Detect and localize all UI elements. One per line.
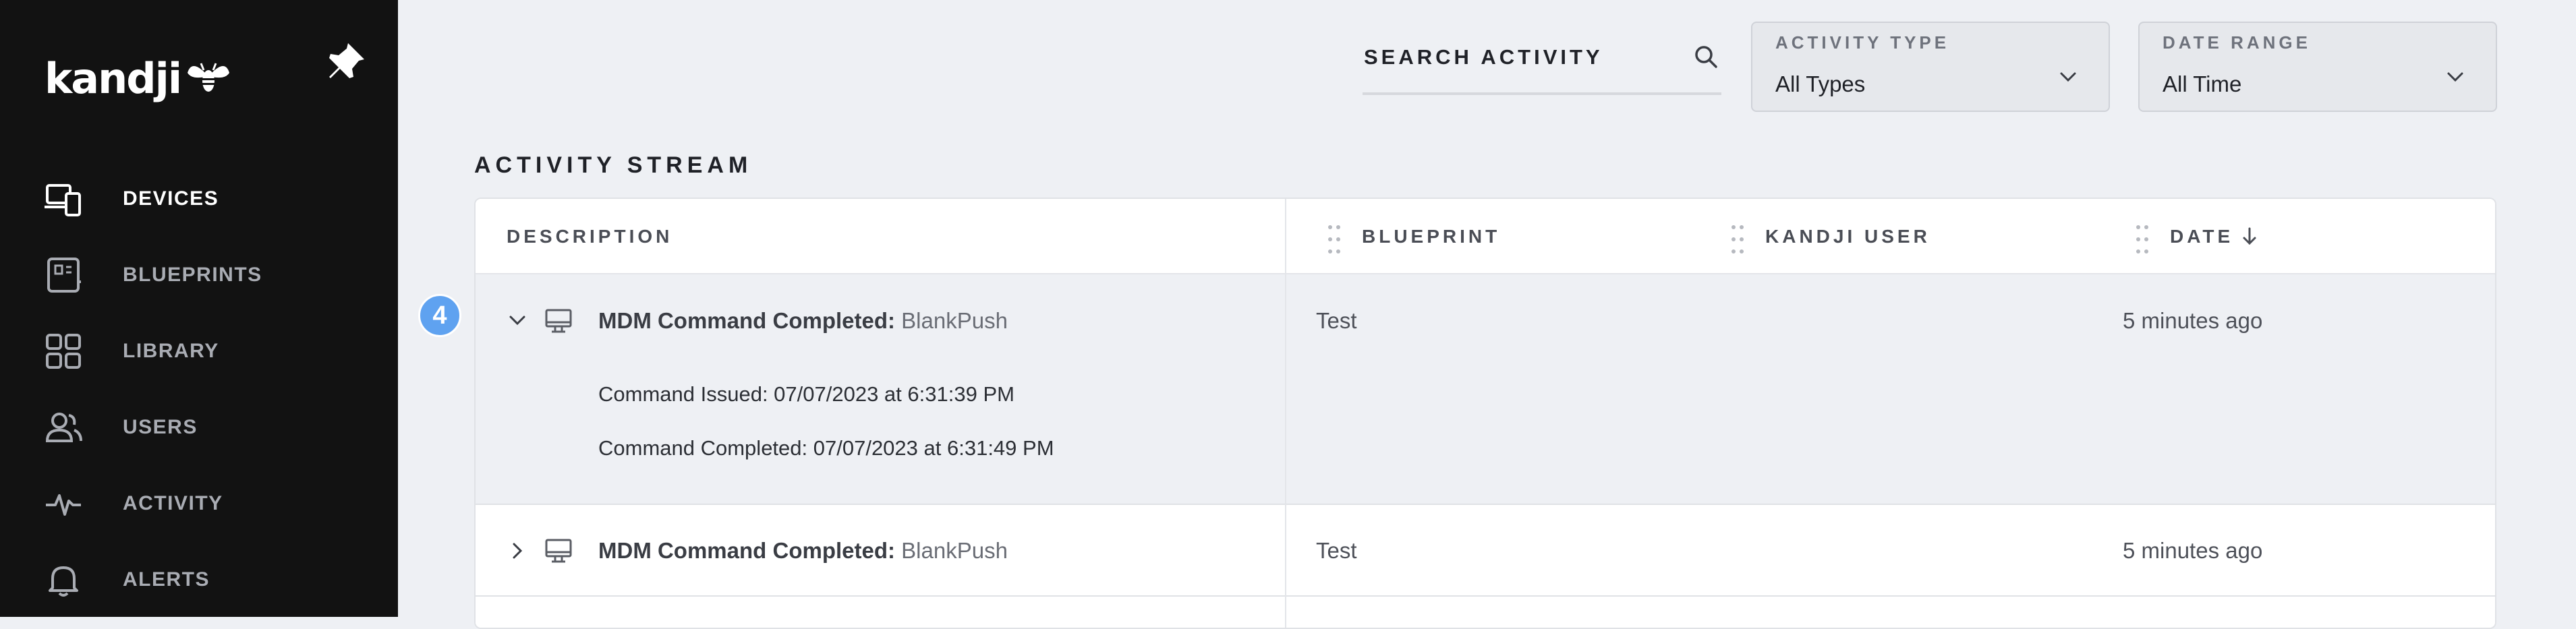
drag-handle-icon[interactable] bbox=[1327, 222, 1342, 257]
bee-icon bbox=[188, 63, 230, 92]
drag-handle-icon[interactable] bbox=[1730, 222, 1745, 257]
chevron-down-icon bbox=[2447, 72, 2463, 82]
date-range-label: DATE RANGE bbox=[2163, 32, 2311, 53]
search-icon[interactable] bbox=[1692, 42, 1721, 72]
date-range-value: All Time bbox=[2163, 71, 2242, 96]
column-label: KANDJI USER bbox=[1765, 226, 1930, 247]
activity-table: DESCRIPTION BLUEPRINT KANDJI USER DATE M… bbox=[474, 198, 2496, 629]
pin-icon[interactable] bbox=[322, 38, 370, 85]
command-completed-detail: Command Completed: 07/07/2023 at 6:31:49… bbox=[598, 436, 1054, 460]
sidebar-item-label: ALERTS bbox=[123, 568, 210, 591]
sort-descending-icon bbox=[2243, 227, 2256, 245]
devices-icon bbox=[45, 184, 81, 216]
annotation-badge: 4 bbox=[418, 294, 461, 337]
sidebar-item-users[interactable]: USERS bbox=[0, 397, 398, 458]
table-row[interactable] bbox=[476, 597, 2495, 628]
command-name: BlankPush bbox=[901, 308, 1008, 333]
search-placeholder: SEARCH ACTIVITY bbox=[1364, 45, 1603, 69]
sidebar: kandji DEVICES BLUEPRINTS LIBRARY USERS … bbox=[0, 0, 398, 617]
blueprints-icon bbox=[47, 258, 81, 293]
chevron-down-icon bbox=[2060, 72, 2076, 82]
activity-icon bbox=[46, 494, 81, 516]
table-row[interactable]: MDM Command Completed: BlankPush Test 5 … bbox=[476, 505, 2495, 597]
activity-type-select[interactable]: ACTIVITY TYPE All Types bbox=[1751, 22, 2110, 112]
date-range-select[interactable]: DATE RANGE All Time bbox=[2138, 22, 2497, 112]
row-date: 5 minutes ago bbox=[2123, 308, 2263, 333]
sidebar-item-activity[interactable]: ACTIVITY bbox=[0, 473, 398, 534]
column-label: BLUEPRINT bbox=[1362, 226, 1501, 247]
activity-type-label: ACTIVITY TYPE bbox=[1775, 32, 1950, 53]
logo-text: kandji bbox=[45, 54, 182, 103]
chevron-down-icon[interactable] bbox=[505, 308, 529, 332]
event-label: MDM Command Completed: bbox=[598, 538, 895, 563]
kandji-logo[interactable]: kandji bbox=[45, 55, 232, 102]
sidebar-item-label: ACTIVITY bbox=[123, 492, 223, 514]
sidebar-item-devices[interactable]: DEVICES bbox=[0, 169, 398, 229]
row-description: MDM Command Completed: BlankPush bbox=[598, 538, 1008, 564]
table-header: DESCRIPTION BLUEPRINT KANDJI USER DATE bbox=[476, 199, 2495, 274]
command-issued-detail: Command Issued: 07/07/2023 at 6:31:39 PM bbox=[598, 382, 1014, 406]
desktop-icon bbox=[545, 539, 572, 563]
section-title: ACTIVITY STREAM bbox=[474, 152, 753, 178]
column-header-date[interactable]: DATE bbox=[2170, 226, 2258, 247]
row-blueprint[interactable]: Test bbox=[1316, 308, 1357, 334]
bell-icon bbox=[49, 566, 78, 597]
users-icon bbox=[45, 413, 82, 442]
sidebar-item-label: BLUEPRINTS bbox=[123, 264, 262, 286]
column-header-blueprint[interactable]: BLUEPRINT bbox=[1362, 226, 1500, 247]
column-header-kandji-user[interactable]: KANDJI USER bbox=[1765, 226, 1930, 247]
event-label: MDM Command Completed: bbox=[598, 308, 895, 333]
chevron-right-icon[interactable] bbox=[505, 539, 529, 563]
sidebar-item-library[interactable]: LIBRARY bbox=[0, 321, 398, 382]
row-blueprint[interactable]: Test bbox=[1316, 538, 1357, 564]
row-description: MDM Command Completed: BlankPush bbox=[598, 308, 1008, 334]
library-icon bbox=[46, 334, 81, 369]
search-input[interactable]: SEARCH ACTIVITY bbox=[1363, 30, 1721, 95]
table-row[interactable]: MDM Command Completed: BlankPush Test 5 … bbox=[476, 274, 2495, 505]
column-header-description[interactable]: DESCRIPTION bbox=[507, 226, 672, 247]
activity-type-value: All Types bbox=[1775, 71, 1866, 96]
desktop-icon bbox=[545, 309, 572, 333]
drag-handle-icon[interactable] bbox=[2135, 222, 2150, 257]
column-divider bbox=[1285, 199, 1286, 628]
sidebar-item-alerts[interactable]: ALERTS bbox=[0, 549, 398, 610]
sidebar-item-blueprints[interactable]: BLUEPRINTS bbox=[0, 245, 398, 305]
sidebar-item-label: LIBRARY bbox=[123, 340, 219, 362]
row-date: 5 minutes ago bbox=[2123, 538, 2263, 563]
column-label: DESCRIPTION bbox=[507, 226, 673, 247]
command-name: BlankPush bbox=[901, 538, 1008, 563]
column-label: DATE bbox=[2170, 226, 2234, 247]
sidebar-item-label: DEVICES bbox=[123, 187, 219, 210]
sidebar-item-label: USERS bbox=[123, 416, 198, 438]
